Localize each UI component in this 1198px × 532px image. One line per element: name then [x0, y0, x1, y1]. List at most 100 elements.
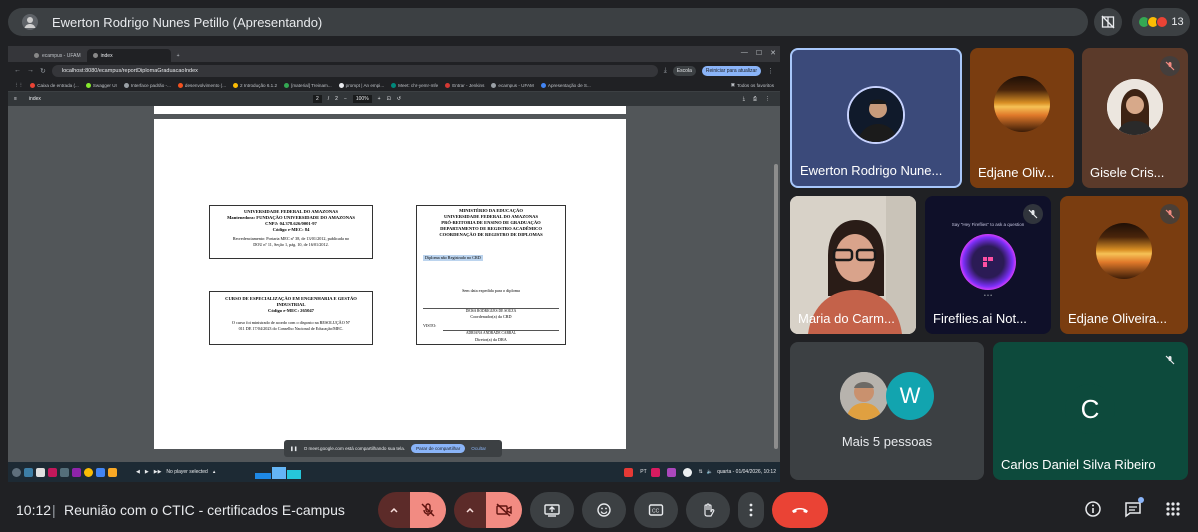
people-button[interactable]: 13 [1132, 8, 1190, 36]
profile-button[interactable]: Escola [672, 65, 696, 76]
url-input[interactable]: localhost:8080/ecampus/reportDiplomaGrad… [51, 64, 658, 77]
bookmark-item[interactable]: desenvolvimento (... [177, 82, 226, 88]
fit-page-icon[interactable]: ⊡ [387, 96, 391, 102]
zoom-in-icon[interactable]: + [378, 96, 381, 102]
participant-tile-ewerton[interactable]: Ewerton Rodrigo Nune... [790, 48, 962, 188]
zoom-input[interactable]: 100% [352, 95, 372, 103]
app-icon[interactable] [96, 467, 105, 477]
app-icon[interactable] [60, 467, 69, 477]
camera-toggle-button[interactable] [486, 492, 522, 528]
participant-tile-edjane-2[interactable]: Edjane Oliveira... [1060, 196, 1188, 334]
video-options-button[interactable] [454, 492, 486, 528]
system-tray: PT ⇅ 🔈 quarta - 01/04/2026, 10:12 [624, 467, 776, 477]
fireflies-caption: Say "Hey Fireflies" to ask a question [951, 222, 1025, 227]
more-people-tile[interactable]: W Mais 5 pessoas [790, 342, 984, 480]
hide-banner-button[interactable]: Ocultar [471, 446, 486, 451]
clock-text[interactable]: quarta - 01/04/2026, 10:12 [717, 469, 776, 475]
forward-icon[interactable]: → [27, 67, 34, 74]
hang-up-icon [792, 508, 808, 513]
download-icon[interactable]: ⤓ [743, 96, 745, 102]
menu-dots-icon[interactable]: ⋮ [767, 67, 774, 75]
page-total: 2 [335, 96, 338, 102]
maximize-icon[interactable]: ☐ [756, 49, 762, 57]
hamburger-icon[interactable]: ≡ [14, 96, 17, 102]
chrome-icon[interactable] [84, 467, 93, 477]
mic-off-icon [1023, 204, 1043, 224]
app-icon[interactable] [48, 467, 57, 477]
chevron-up-icon[interactable]: ▴ [213, 469, 216, 475]
participant-tile-maria[interactable]: Maria do Carm... [790, 196, 916, 334]
mic-control [378, 492, 446, 528]
bookmark-item[interactable]: Swagger UI [85, 82, 117, 88]
presenter-title: Ewerton Rodrigo Nunes Petillo (Apresenta… [52, 14, 323, 30]
bookmark-item[interactable]: 2 Introdução 6.1.2 [233, 82, 277, 88]
participant-tile-carlos[interactable]: C Carlos Daniel Silva Ribeiro [993, 342, 1188, 480]
download-icon[interactable]: ⤓ [664, 67, 667, 75]
more-options-button[interactable] [738, 492, 764, 528]
bookmark-item[interactable]: Entrar - Jenkins [445, 82, 484, 88]
launcher-icon[interactable] [12, 467, 21, 477]
raise-hand-button[interactable] [686, 492, 730, 528]
apps-icon [1166, 502, 1180, 516]
rotate-icon[interactable]: ↺ [397, 96, 401, 102]
language-indicator[interactable]: PT [640, 469, 646, 475]
tray-icon[interactable] [682, 467, 692, 477]
tray-icon[interactable] [624, 467, 634, 477]
reload-icon[interactable]: ↻ [40, 67, 46, 75]
more-icon[interactable]: ⋮ [765, 96, 770, 102]
next-icon[interactable]: ▶▶ [154, 469, 162, 475]
bookmark-item[interactable]: prompt | An empi... [338, 82, 384, 88]
play-icon[interactable]: ▶ [145, 469, 149, 475]
zoom-out-icon[interactable]: − [344, 96, 347, 102]
hide-tile-button[interactable] [1094, 8, 1122, 36]
avatar [1096, 223, 1152, 280]
bookmark-item[interactable]: ecampus - UFAM [491, 82, 534, 88]
separator: | [52, 502, 56, 518]
page-number-input[interactable]: 2 [313, 95, 322, 103]
meeting-controls-bar: 10:12 | Reunião com o CTIC - certificado… [0, 490, 1198, 532]
app-icon[interactable] [36, 467, 45, 477]
network-icon[interactable]: ⇅ [699, 469, 703, 475]
all-favorites[interactable]: ▣ Todos os favoritos [731, 82, 774, 88]
apps-icon[interactable]: ⋮⋮ [14, 82, 23, 88]
avatar [840, 372, 888, 420]
pdf-viewer: UNIVERSIDADE FEDERAL DO AMAZONAS Mantene… [8, 106, 780, 462]
participant-tile-gisele[interactable]: Gisele Cris... [1082, 48, 1188, 188]
minimize-icon[interactable]: — [741, 49, 748, 57]
stop-sharing-button[interactable]: Parar de compartilhar [411, 444, 466, 453]
meeting-info-button[interactable] [1084, 500, 1102, 523]
chat-button[interactable] [1124, 497, 1144, 523]
new-tab-button[interactable]: + [171, 49, 186, 62]
browser-tab-ecampus[interactable]: ecampus - UFAM [28, 49, 87, 62]
print-icon[interactable]: ⎙ [753, 96, 757, 102]
media-player: ◀ ▶ ▶▶ No player selected ▴ [136, 469, 216, 475]
present-button[interactable] [530, 492, 574, 528]
tray-icon[interactable] [650, 467, 660, 477]
close-icon[interactable]: ✕ [770, 49, 776, 57]
browser-tab-strip: ecampus - UFAM index + — ☐ ✕ [8, 46, 780, 62]
bookmark-item[interactable]: Interface padrão -... [123, 82, 171, 88]
browser-tab-index[interactable]: index [86, 49, 171, 62]
app-icon[interactable] [72, 467, 81, 477]
people-count: 13 [1171, 16, 1184, 28]
bookmark-item[interactable]: [material] Treinam... [284, 82, 332, 88]
back-icon[interactable]: ← [14, 67, 21, 74]
captions-button[interactable]: CC [634, 492, 678, 528]
reactions-button[interactable] [582, 492, 626, 528]
leave-call-button[interactable] [772, 492, 828, 528]
participant-tile-edjane[interactable]: Edjane Oliv... [970, 48, 1074, 188]
app-icon[interactable] [24, 467, 33, 477]
restart-update-button[interactable]: Reiniciar para atualizar [701, 65, 761, 76]
volume-icon[interactable]: 🔈 [707, 469, 713, 475]
participant-tile-fireflies[interactable]: Say "Hey Fireflies" to ask a question • … [925, 196, 1051, 334]
audio-options-button[interactable] [378, 492, 410, 528]
app-icon[interactable] [108, 467, 117, 477]
bookmark-item[interactable]: Apresentação de S... [540, 82, 591, 88]
bookmark-item[interactable]: Meet: chr-yemr-mfe [391, 82, 438, 88]
pdf-scrollbar[interactable] [774, 164, 778, 449]
bookmark-item[interactable]: Caixa de entrada (... [30, 82, 79, 88]
prev-icon[interactable]: ◀ [136, 469, 140, 475]
tray-icon[interactable] [666, 467, 676, 477]
activities-button[interactable] [1164, 500, 1182, 523]
mic-toggle-button[interactable] [410, 492, 446, 528]
